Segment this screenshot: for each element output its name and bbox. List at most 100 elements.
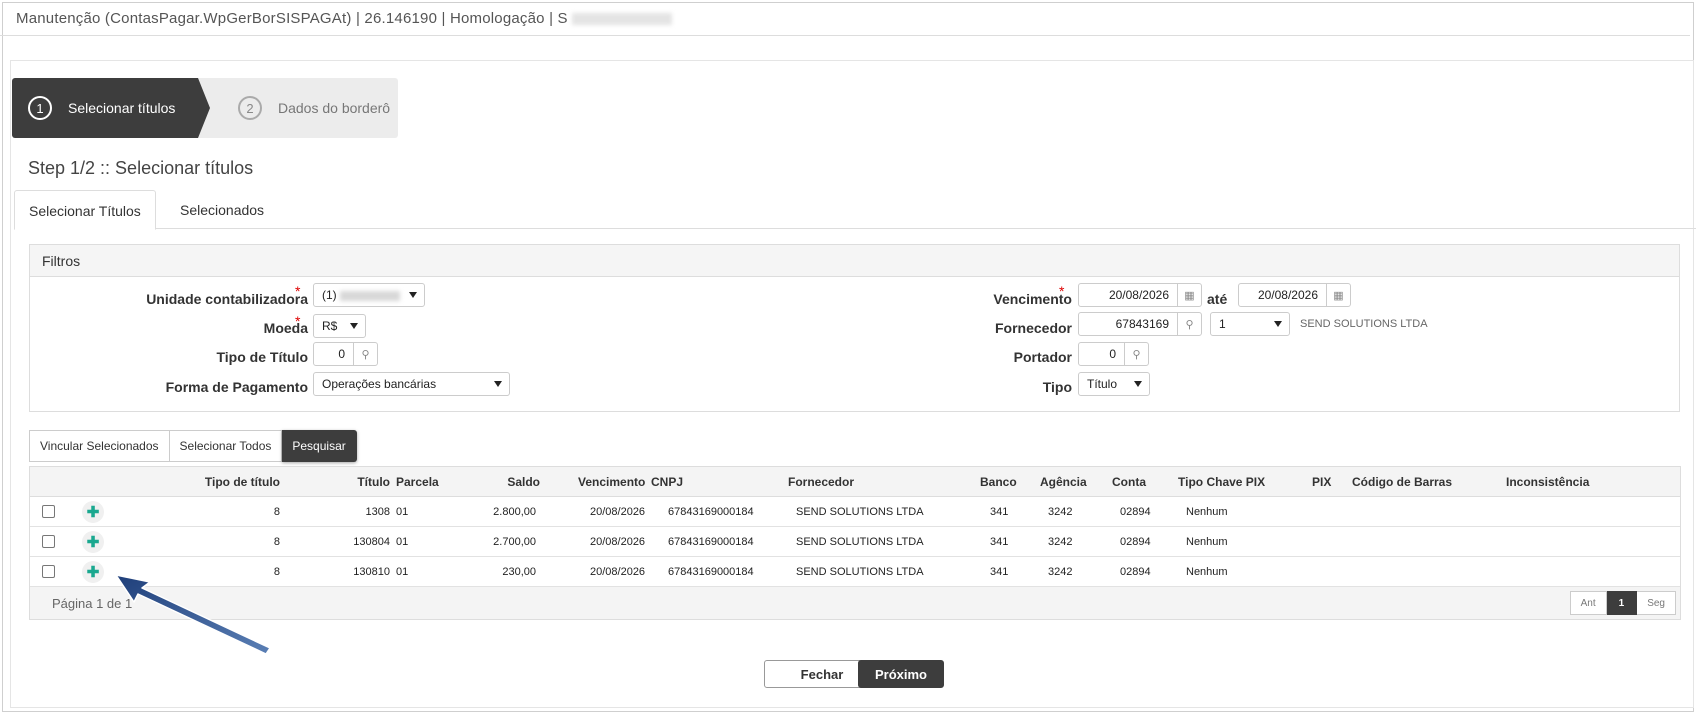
- page-1-button[interactable]: 1: [1606, 591, 1638, 615]
- vencimento-de-field[interactable]: 20/08/2026 ▦: [1078, 283, 1202, 307]
- fornecedor-name: SEND SOLUTIONS LTDA: [1300, 318, 1428, 330]
- add-icon[interactable]: ✚: [82, 501, 104, 523]
- forma-pagamento-select[interactable]: Operações bancárias: [313, 372, 510, 396]
- fornecedor-select-value: 1: [1219, 317, 1226, 331]
- filters-panel: Filtros Unidade contabilizadora * (1) Mo…: [29, 244, 1680, 412]
- wizard-step-1[interactable]: 1 Selecionar títulos: [12, 78, 210, 138]
- table-row[interactable]: ✚ 8 1308 01 2.800,00 20/08/2026 67843169…: [30, 497, 1680, 527]
- tab-selecionados[interactable]: Selecionados: [166, 190, 278, 230]
- col-parcela: Parcela: [396, 475, 439, 489]
- col-conta: Conta: [1112, 475, 1146, 489]
- cell-cnpj: 67843169000184: [668, 536, 754, 548]
- tipo-titulo-value: 0: [338, 347, 345, 361]
- cell-banco: 341: [990, 506, 1009, 518]
- col-cnpj: CNPJ: [651, 475, 684, 489]
- cell-tipo-chave-pix: Nenhum: [1186, 506, 1228, 518]
- window-title: Manutenção (ContasPagar.WpGerBorSISPAGAt…: [16, 10, 568, 27]
- tipo-titulo-field[interactable]: 0 ⚲: [313, 342, 378, 366]
- add-icon[interactable]: ✚: [82, 531, 104, 553]
- col-codigo-barras: Código de Barras: [1352, 475, 1453, 489]
- proximo-button[interactable]: Próximo: [858, 660, 944, 688]
- fornecedor-select[interactable]: 1: [1210, 312, 1290, 336]
- unidade-select[interactable]: (1): [313, 283, 425, 307]
- portador-field[interactable]: 0 ⚲: [1078, 342, 1149, 366]
- step-number-2: 2: [238, 96, 262, 120]
- cell-vencimento: 20/08/2026: [590, 566, 646, 578]
- action-bar: Vincular Selecionados Selecionar Todos P…: [29, 430, 357, 462]
- fornecedor-code: 67843169: [1115, 317, 1169, 331]
- selecionar-todos-button[interactable]: Selecionar Todos: [169, 430, 283, 462]
- table-header: Tipo de título Título Parcela Saldo Venc…: [30, 467, 1680, 497]
- forma-pagamento-label: Forma de Pagamento: [165, 379, 308, 395]
- col-titulo: Título: [357, 475, 390, 489]
- cell-saldo: 2.800,00: [493, 506, 536, 518]
- tipo-titulo-label: Tipo de Título: [216, 349, 308, 365]
- col-fornecedor: Fornecedor: [788, 475, 855, 489]
- filters-title: Filtros: [30, 245, 1679, 277]
- table-row[interactable]: ✚ 8 130810 01 230,00 20/08/2026 67843169…: [30, 557, 1680, 587]
- chevron-down-icon: [350, 323, 358, 329]
- pesquisar-button[interactable]: Pesquisar: [282, 430, 357, 462]
- cell-agencia: 3242: [1048, 566, 1073, 578]
- col-agencia: Agência: [1040, 475, 1087, 489]
- step-label-2: Dados do borderô: [278, 100, 391, 116]
- col-saldo: Saldo: [507, 475, 540, 489]
- moeda-label: Moeda: [263, 320, 308, 336]
- cell-agencia: 3242: [1048, 536, 1073, 548]
- tab-bar: Selecionar Títulos Selecionados: [14, 190, 1696, 230]
- vencimento-label: Vencimento: [993, 291, 1072, 307]
- cell-conta: 02894: [1120, 536, 1151, 548]
- tab-selecionar-titulos[interactable]: Selecionar Títulos: [14, 190, 156, 230]
- wizard-steps: 1 Selecionar títulos 2 Dados do borderô: [12, 78, 398, 138]
- col-inconsistencia: Inconsistência: [1506, 475, 1590, 489]
- cell-fornecedor: SEND SOLUTIONS LTDA: [796, 566, 924, 578]
- chevron-down-icon: [1134, 381, 1142, 387]
- unidade-label: Unidade contabilizadora: [146, 291, 308, 307]
- search-icon[interactable]: ⚲: [1124, 343, 1148, 365]
- cell-saldo: 2.700,00: [493, 536, 536, 548]
- cell-tipo: 8: [273, 566, 280, 578]
- col-banco: Banco: [980, 475, 1017, 489]
- add-icon[interactable]: ✚: [82, 561, 104, 583]
- vencimento-ate-value: 20/08/2026: [1257, 288, 1318, 302]
- search-icon[interactable]: ⚲: [353, 343, 377, 365]
- wizard-step-2[interactable]: 2 Dados do borderô: [198, 78, 398, 138]
- tipo-value: Título: [1087, 377, 1118, 391]
- cell-cnpj: 67843169000184: [668, 506, 754, 518]
- calendar-icon[interactable]: ▦: [1177, 284, 1201, 306]
- fornecedor-label: Fornecedor: [994, 320, 1072, 336]
- vincular-selecionados-button[interactable]: Vincular Selecionados: [29, 430, 170, 462]
- row-checkbox[interactable]: [42, 565, 55, 578]
- row-checkbox[interactable]: [42, 535, 55, 548]
- cell-parcela: 01: [396, 536, 409, 548]
- page-info: Página 1 de 1: [52, 596, 133, 611]
- tipo-select[interactable]: Título: [1078, 372, 1150, 396]
- row-checkbox[interactable]: [42, 505, 55, 518]
- search-icon[interactable]: ⚲: [1177, 313, 1201, 335]
- cell-tipo-chave-pix: Nenhum: [1186, 566, 1228, 578]
- col-vencimento: Vencimento: [578, 475, 646, 489]
- vencimento-ate-field[interactable]: 20/08/2026 ▦: [1238, 283, 1351, 307]
- moeda-value: R$: [322, 319, 338, 333]
- cell-vencimento: 20/08/2026: [590, 536, 646, 548]
- cell-parcela: 01: [396, 506, 409, 518]
- cell-conta: 02894: [1120, 566, 1151, 578]
- table-footer: Página 1 de 1 Ant 1 Seg: [30, 587, 1680, 619]
- fornecedor-field[interactable]: 67843169 ⚲: [1078, 312, 1202, 336]
- cell-conta: 02894: [1120, 506, 1151, 518]
- prev-page-button[interactable]: Ant: [1569, 591, 1607, 615]
- moeda-select[interactable]: R$: [313, 314, 366, 338]
- calendar-icon[interactable]: ▦: [1326, 284, 1350, 306]
- cell-fornecedor: SEND SOLUTIONS LTDA: [796, 506, 924, 518]
- page-title: Step 1/2 :: Selecionar títulos: [28, 158, 254, 178]
- col-pix: PIX: [1312, 475, 1332, 489]
- unidade-value: (1): [314, 288, 409, 302]
- table-row[interactable]: ✚ 8 130804 01 2.700,00 20/08/2026 678431…: [30, 527, 1680, 557]
- window-title-bar: Manutenção (ContasPagar.WpGerBorSISPAGAt…: [0, 0, 1690, 36]
- cell-cnpj: 67843169000184: [668, 566, 754, 578]
- chevron-down-icon: [494, 381, 502, 387]
- next-page-button[interactable]: Seg: [1637, 591, 1676, 615]
- forma-pagamento-value: Operações bancárias: [322, 377, 437, 391]
- col-tipo-chave-pix: Tipo Chave PIX: [1178, 475, 1266, 489]
- col-tipo-titulo: Tipo de título: [204, 475, 280, 489]
